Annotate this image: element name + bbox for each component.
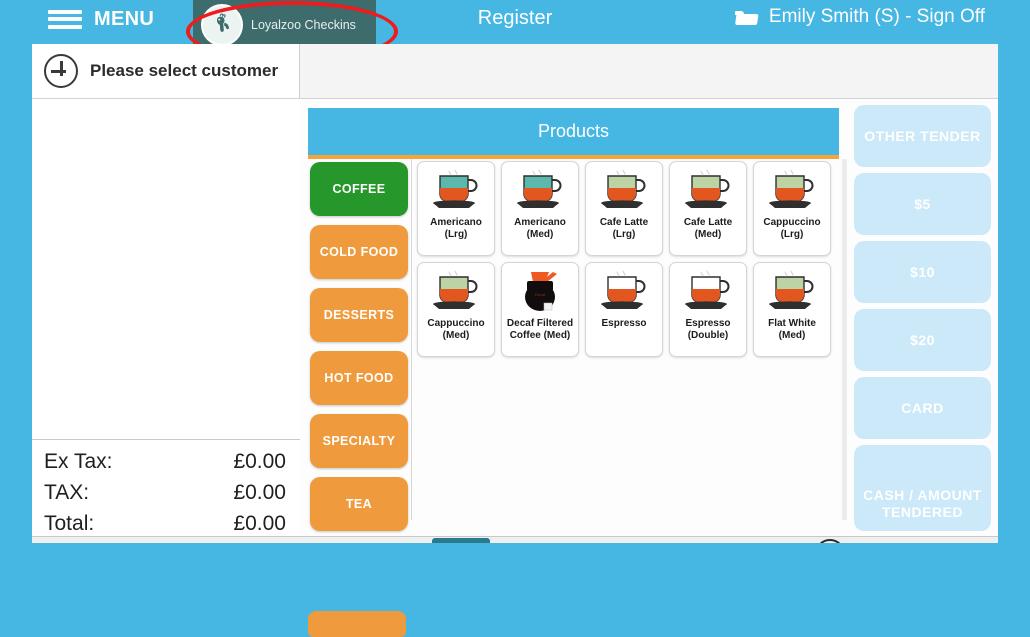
giraffe-logo-icon (201, 4, 243, 46)
tender-button-card[interactable]: CARD (854, 377, 991, 439)
total-row: Ex Tax: £0.00 (44, 446, 286, 477)
tender-button-label: CARD (901, 399, 944, 416)
bottom-bar-chip[interactable] (432, 538, 490, 543)
product-name: Americano (Lrg) (430, 217, 482, 240)
product-tile[interactable]: Espresso (Double) (669, 262, 747, 357)
totals-panel: Ex Tax: £0.00 TAX: £0.00 Total: £0.00 (32, 439, 300, 542)
tax-label: TAX: (44, 480, 90, 504)
product-tile[interactable]: Espresso (585, 262, 663, 357)
category-column: COFFEE COLD FOOD DESSERTS HOT FOOD SPECIALTY… (308, 159, 412, 531)
select-customer-label: Please select customer (90, 61, 279, 80)
coffee-cup-icon (509, 167, 571, 215)
order-line-items-list[interactable] (32, 99, 300, 439)
user-signoff-label[interactable]: Emily Smith (S) - Sign Off (769, 6, 985, 28)
left-edge-strip (0, 38, 32, 542)
folder-icon[interactable] (734, 9, 757, 25)
coffee-carafe-icon: Decaf (509, 268, 571, 316)
total-row: Total: £0.00 (44, 508, 286, 539)
product-tile[interactable]: Decaf Decaf Filtered Coffee (Med) (501, 262, 579, 357)
coffee-cup-icon (761, 167, 823, 215)
tender-button-label: $20 (910, 331, 935, 348)
top-bar: MENU Register Emily Smith (S) - Sign Off (0, 0, 1030, 62)
category-label: COFFEE (332, 182, 386, 196)
tender-button-label: OTHER TENDER (864, 127, 981, 144)
tender-column: OTHER TENDER $5 $10 $20 CARD CASH / AMOUNT TE… (847, 99, 998, 542)
coffee-cup-icon (593, 268, 655, 316)
category-button-desserts[interactable]: DESSERTS (310, 288, 408, 342)
product-grid: Americano (Lrg) Americano (Med) Cafe Latte… (415, 159, 841, 520)
loyalzoo-checkins-button[interactable]: Loyalzoo Checkins (193, 0, 376, 50)
product-tile[interactable]: Flat White (Med) (753, 262, 831, 357)
product-tile[interactable]: Cappuccino (Lrg) (753, 161, 831, 256)
pos-register-screen: MENU Register Emily Smith (S) - Sign Off (0, 0, 1030, 637)
plus-circle-icon[interactable] (44, 54, 78, 88)
coffee-cup-icon (761, 268, 823, 316)
category-label: SPECIALTY (322, 434, 396, 448)
tender-button-5[interactable]: $5 (854, 173, 991, 235)
coffee-cup-icon (677, 268, 739, 316)
product-name: Cafe Latte (Med) (683, 217, 733, 240)
products-header: Products (308, 108, 839, 159)
tender-button-20[interactable]: $20 (854, 309, 991, 371)
category-label: DESSERTS (323, 308, 395, 322)
category-button-specialty[interactable]: SPECIALTY (310, 414, 408, 468)
loyalzoo-label: Loyalzoo Checkins (251, 18, 356, 32)
tender-button-other-tender[interactable]: OTHER TENDER (854, 105, 991, 167)
category-button-tea[interactable]: TEA (310, 477, 408, 531)
category-button-cold-food[interactable]: COLD FOOD (310, 225, 408, 279)
select-customer-button[interactable]: Please select customer (32, 44, 300, 98)
total-row: TAX: £0.00 (44, 477, 286, 508)
product-tile[interactable]: Cappuccino (Med) (417, 262, 495, 357)
product-name: Cappuccino (Med) (427, 318, 485, 341)
tax-value: £0.00 (233, 480, 286, 504)
product-name: Espresso (601, 318, 647, 329)
product-name: Flat White (Med) (768, 318, 816, 341)
coffee-cup-icon (425, 167, 487, 215)
product-name: Cafe Latte (Lrg) (599, 217, 649, 240)
tender-button-10[interactable]: $10 (854, 241, 991, 303)
product-tile[interactable]: Cafe Latte (Lrg) (585, 161, 663, 256)
product-name: Espresso (Double) (685, 318, 731, 341)
customer-bar: Please select customer (32, 44, 998, 99)
total-value: £0.00 (233, 511, 286, 535)
ex-tax-label: Ex Tax: (44, 449, 113, 473)
category-label: HOT FOOD (324, 371, 394, 385)
product-name: Americano (Med) (514, 217, 566, 240)
product-name: Decaf Filtered Coffee (Med) (506, 318, 574, 341)
tender-button-label: $10 (910, 263, 935, 280)
tender-button-cash-amount-tendered[interactable]: CASH / AMOUNT TENDERED (854, 445, 991, 531)
product-tile[interactable]: Americano (Lrg) (417, 161, 495, 256)
product-name: Cappuccino (Lrg) (763, 217, 821, 240)
product-tile[interactable]: Americano (Med) (501, 161, 579, 256)
tender-button-label: $5 (914, 195, 931, 212)
bottom-bar-circle-icon[interactable] (815, 539, 845, 543)
user-session-block[interactable]: Emily Smith (S) - Sign Off (734, 6, 985, 28)
category-partial-button[interactable] (308, 611, 406, 637)
tender-button-label: CASH / AMOUNT TENDERED (863, 487, 982, 520)
category-label: TEA (345, 497, 373, 511)
total-label: Total: (44, 511, 95, 535)
svg-text:Decaf: Decaf (535, 292, 546, 297)
coffee-cup-icon (593, 167, 655, 215)
product-tile[interactable]: Cafe Latte (Med) (669, 161, 747, 256)
order-panel: Ex Tax: £0.00 TAX: £0.00 Total: £0.00 (32, 99, 301, 542)
coffee-cup-icon (677, 167, 739, 215)
ex-tax-value: £0.00 (233, 449, 286, 473)
products-pane: Products COFFEE COLD FOOD DESSERTS HOT FOOD… (300, 99, 848, 637)
right-edge-strip (998, 0, 1030, 542)
category-button-hot-food[interactable]: HOT FOOD (310, 351, 408, 405)
category-button-coffee[interactable]: COFFEE (310, 162, 408, 216)
coffee-cup-icon (425, 268, 487, 316)
category-label: COLD FOOD (319, 245, 399, 259)
